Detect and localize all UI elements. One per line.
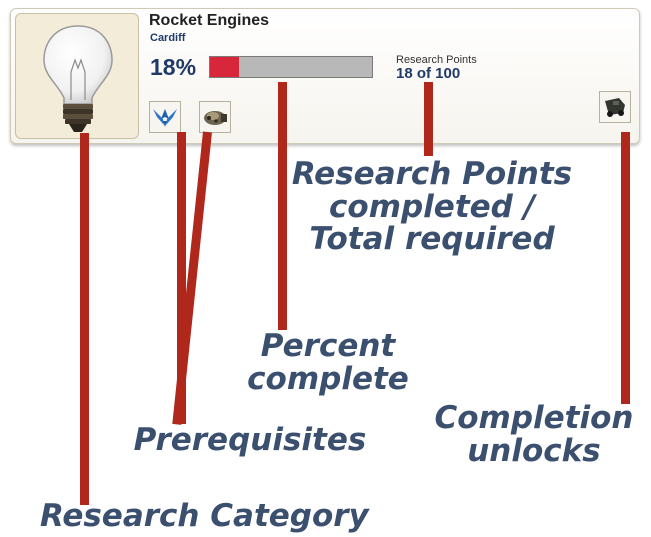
prerequisite-tile-engine[interactable] [199, 101, 231, 133]
completion-unlock-tile[interactable] [599, 91, 631, 123]
research-location: Cardiff [150, 32, 186, 44]
research-category-tile[interactable] [15, 13, 139, 139]
annotation-research-points-line-1: Research Points [291, 156, 573, 192]
research-card: Rocket Engines Cardiff 18% Research Poin… [10, 8, 640, 144]
annotation-percent-line-2: complete [247, 360, 409, 397]
rover-icon [605, 98, 625, 117]
air-force-wings-icon [153, 109, 177, 127]
light-bulb-icon [43, 25, 113, 132]
annotation-prerequisites: Prerequisites [133, 422, 367, 458]
progress-bar-fill [210, 57, 240, 77]
leader-line-research-points [424, 82, 433, 156]
annotation-research-points-line-2: completed / [329, 188, 535, 225]
annotation-research-points-line-3: Total required [309, 221, 555, 258]
annotation-completion-line-2: unlocks [467, 432, 601, 469]
leader-line-category [80, 133, 89, 505]
leader-line-completion [621, 132, 630, 404]
annotation-percent-line-1: Percent [260, 328, 396, 364]
progress-bar [209, 56, 373, 78]
research-points-value: 18 of 100 [396, 65, 461, 82]
annotation-research-category: Research Category [40, 498, 369, 534]
annotation-completion: Completion unlocks [418, 402, 650, 467]
prerequisite-tile-wings[interactable] [149, 101, 181, 133]
research-title: Rocket Engines [149, 12, 270, 29]
annotation-completion-line-1: Completion [434, 400, 634, 436]
percent-complete: 18% [150, 54, 197, 80]
annotation-percent: Percent complete [228, 330, 428, 395]
rocket-engine-icon [204, 111, 227, 125]
annotation-research-points: Research Points completed / Total requir… [262, 158, 602, 256]
